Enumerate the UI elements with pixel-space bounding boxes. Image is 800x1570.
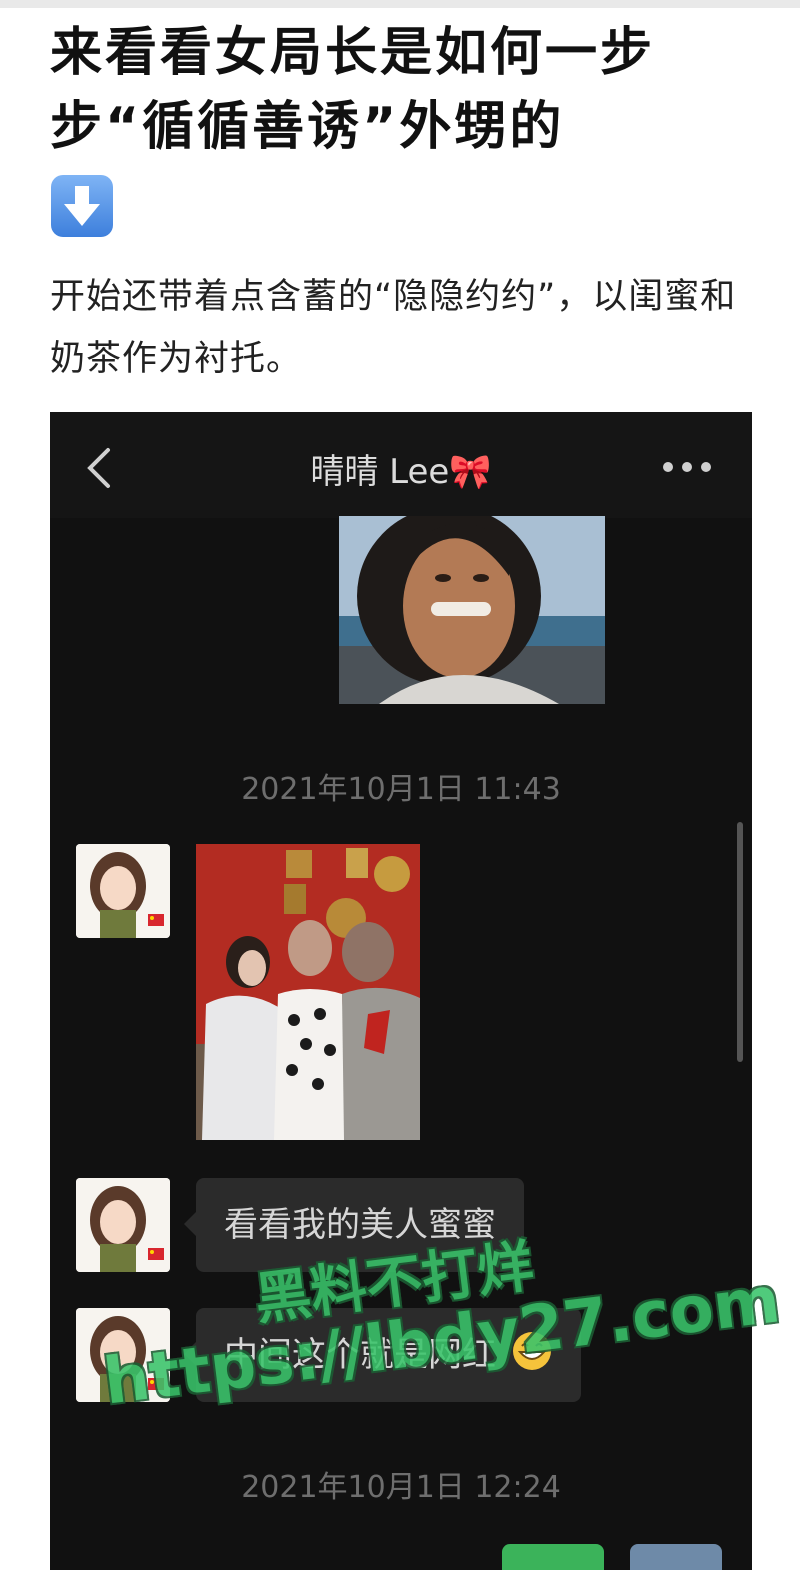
chat-image-group-photo[interactable]	[196, 844, 420, 1140]
top-strip	[0, 0, 800, 8]
chat-screenshot: 晴晴 Lee🎀 2021年10月1日 11:43 看看我的美人蜜蜜 中间这个就是…	[50, 412, 752, 1570]
avatar[interactable]	[76, 1308, 170, 1402]
chat-header: 晴晴 Lee🎀	[50, 412, 752, 518]
more-dots-icon[interactable]	[662, 460, 712, 474]
chat-title: 晴晴 Lee🎀	[310, 452, 492, 492]
chat-image-man-smiling[interactable]	[339, 516, 605, 704]
article-title: 来看看女局长是如何一步步“循循善诱”外甥的	[50, 23, 656, 157]
chat-image-partial[interactable]	[630, 1544, 722, 1570]
chat-timestamp: 2021年10月1日 12:24	[241, 1470, 561, 1505]
chat-text-bubble[interactable]: 看看我的美人蜜蜜	[184, 1178, 524, 1272]
chat-message-text: 中间这个就是网红	[224, 1335, 496, 1375]
avatar[interactable]	[76, 1178, 170, 1272]
chat-image-partial[interactable]	[502, 1544, 604, 1570]
grin-emoji-icon	[512, 1332, 551, 1370]
avatar[interactable]	[76, 844, 170, 938]
article-body: 开始还带着点含蓄的“隐隐约约”，以闺蜜和奶茶作为衬托。	[50, 277, 737, 379]
chat-timestamp: 2021年10月1日 11:43	[241, 772, 561, 807]
scrollbar[interactable]	[737, 822, 743, 1062]
down-arrow-icon	[51, 175, 113, 237]
chat-text-bubble[interactable]: 中间这个就是网红	[184, 1308, 581, 1402]
chat-message-text: 看看我的美人蜜蜜	[224, 1205, 496, 1245]
